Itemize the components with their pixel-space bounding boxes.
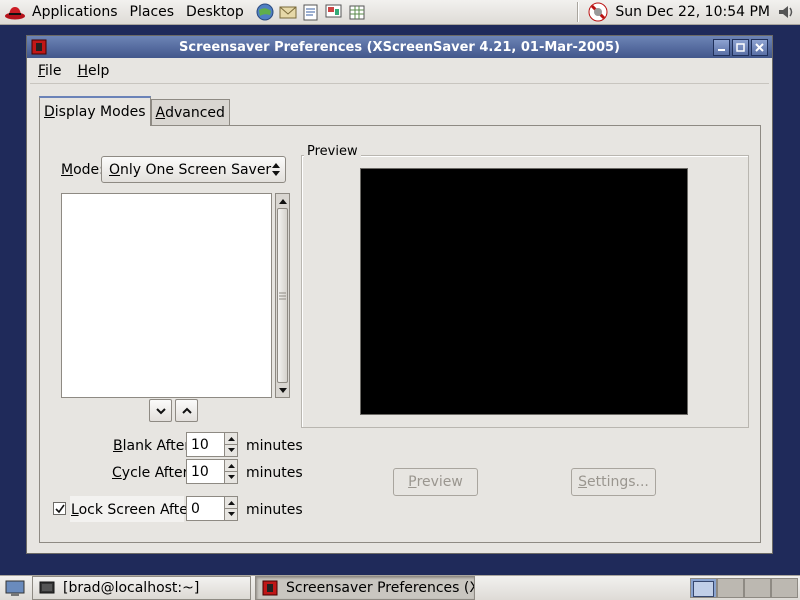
update-alert-icon[interactable] bbox=[587, 1, 609, 23]
blank-after-label: Blank After bbox=[113, 438, 191, 454]
clock[interactable]: Sun Dec 22, 10:54 PM bbox=[613, 4, 772, 20]
preview-screen bbox=[360, 168, 688, 415]
window-title: Screensaver Preferences (XScreenSaver 4.… bbox=[179, 39, 620, 55]
menu-bar: File Help bbox=[30, 58, 769, 84]
increment-icon[interactable] bbox=[225, 433, 237, 445]
task-terminal[interactable]: [brad@localhost:~] bbox=[32, 576, 251, 600]
lock-screen-label[interactable]: Lock Screen After bbox=[71, 502, 194, 518]
workspace-4[interactable] bbox=[771, 578, 798, 598]
scroll-up-icon bbox=[278, 198, 287, 204]
preview-legend: Preview bbox=[304, 144, 361, 159]
mode-label: Mode: bbox=[61, 162, 104, 178]
show-desktop-button[interactable] bbox=[2, 577, 28, 599]
web-browser-icon[interactable] bbox=[254, 1, 276, 23]
minimize-button[interactable] bbox=[713, 38, 730, 56]
window-controls bbox=[713, 38, 772, 56]
lock-screen-checkbox[interactable] bbox=[53, 502, 66, 515]
chevron-down-icon bbox=[155, 407, 166, 414]
lock-screen-stepper[interactable] bbox=[224, 497, 237, 520]
desktop-menu[interactable]: Desktop bbox=[180, 4, 250, 20]
list-scrollbar[interactable] bbox=[275, 193, 290, 398]
select-arrows-icon bbox=[272, 163, 280, 176]
increment-icon[interactable] bbox=[225, 460, 237, 472]
office-calc-icon[interactable] bbox=[346, 1, 368, 23]
maximize-icon bbox=[736, 42, 745, 52]
title-bar[interactable]: Screensaver Preferences (XScreenSaver 4.… bbox=[27, 36, 772, 58]
window-menu-icon[interactable] bbox=[30, 38, 48, 56]
office-impress-icon[interactable] bbox=[323, 1, 345, 23]
workspace-2[interactable] bbox=[717, 578, 744, 598]
cycle-after-stepper[interactable] bbox=[224, 460, 237, 483]
scroll-down-icon bbox=[278, 387, 287, 393]
increment-icon[interactable] bbox=[225, 497, 237, 509]
scrollbar-thumb[interactable] bbox=[277, 208, 288, 383]
help-menu[interactable]: Help bbox=[69, 63, 117, 79]
move-down-button[interactable] bbox=[149, 399, 172, 422]
grip-icon bbox=[279, 292, 286, 300]
close-icon bbox=[755, 42, 764, 52]
checkmark-icon bbox=[54, 504, 65, 513]
terminal-icon bbox=[39, 581, 55, 594]
blank-after-unit: minutes bbox=[246, 438, 303, 454]
task-screensaver-preferences[interactable]: Screensaver Preferences (X… bbox=[255, 576, 475, 600]
decrement-icon[interactable] bbox=[225, 509, 237, 520]
screensaver-preferences-window: Screensaver Preferences (XScreenSaver 4.… bbox=[26, 35, 773, 554]
redhat-logo-icon[interactable] bbox=[4, 1, 26, 23]
top-panel: Applications Places Desktop Sun Dec 22, … bbox=[0, 0, 800, 25]
bottom-panel: [brad@localhost:~] Screensaver Preferenc… bbox=[0, 575, 800, 600]
blank-after-spinner[interactable]: 10 bbox=[186, 432, 238, 457]
office-writer-icon[interactable] bbox=[300, 1, 322, 23]
lock-screen-unit: minutes bbox=[246, 502, 303, 518]
screensaver-list[interactable] bbox=[61, 193, 272, 398]
decrement-icon[interactable] bbox=[225, 445, 237, 456]
tab-display-modes[interactable]: Display Modes bbox=[39, 96, 151, 126]
maximize-button[interactable] bbox=[732, 38, 749, 56]
tray-separator bbox=[577, 2, 580, 22]
cycle-after-label: Cycle After bbox=[112, 465, 189, 481]
workspace-1[interactable] bbox=[690, 578, 717, 598]
chevron-up-icon bbox=[181, 407, 192, 414]
mode-select[interactable]: Only One Screen Saver bbox=[101, 156, 286, 183]
email-icon[interactable] bbox=[277, 1, 299, 23]
workspace-3[interactable] bbox=[744, 578, 771, 598]
close-button[interactable] bbox=[751, 38, 768, 56]
lock-screen-spinner[interactable]: 0 bbox=[186, 496, 238, 521]
scroll-up-button[interactable] bbox=[276, 194, 289, 207]
move-up-button[interactable] bbox=[175, 399, 198, 422]
volume-icon[interactable] bbox=[776, 2, 796, 22]
preview-button[interactable]: Preview bbox=[393, 468, 478, 496]
cycle-after-unit: minutes bbox=[246, 465, 303, 481]
scroll-down-button[interactable] bbox=[276, 384, 289, 397]
decrement-icon[interactable] bbox=[225, 472, 237, 483]
display-modes-panel: Mode: Only One Screen Saver Blank After bbox=[39, 125, 761, 543]
file-menu[interactable]: File bbox=[30, 63, 69, 79]
cycle-after-spinner[interactable]: 10 bbox=[186, 459, 238, 484]
workspace-switcher bbox=[690, 578, 798, 598]
screensaver-icon bbox=[262, 580, 278, 596]
launchers bbox=[254, 1, 368, 23]
system-tray: Sun Dec 22, 10:54 PM bbox=[577, 1, 800, 23]
applications-menu[interactable]: Applications bbox=[26, 4, 124, 20]
show-desktop-icon bbox=[5, 580, 25, 596]
tab-advanced[interactable]: Advanced bbox=[150, 99, 230, 126]
settings-button[interactable]: Settings... bbox=[571, 468, 656, 496]
tab-bar: Display Modes Advanced bbox=[39, 96, 230, 126]
minimize-icon bbox=[718, 48, 725, 51]
places-menu[interactable]: Places bbox=[124, 4, 181, 20]
blank-after-stepper[interactable] bbox=[224, 433, 237, 456]
